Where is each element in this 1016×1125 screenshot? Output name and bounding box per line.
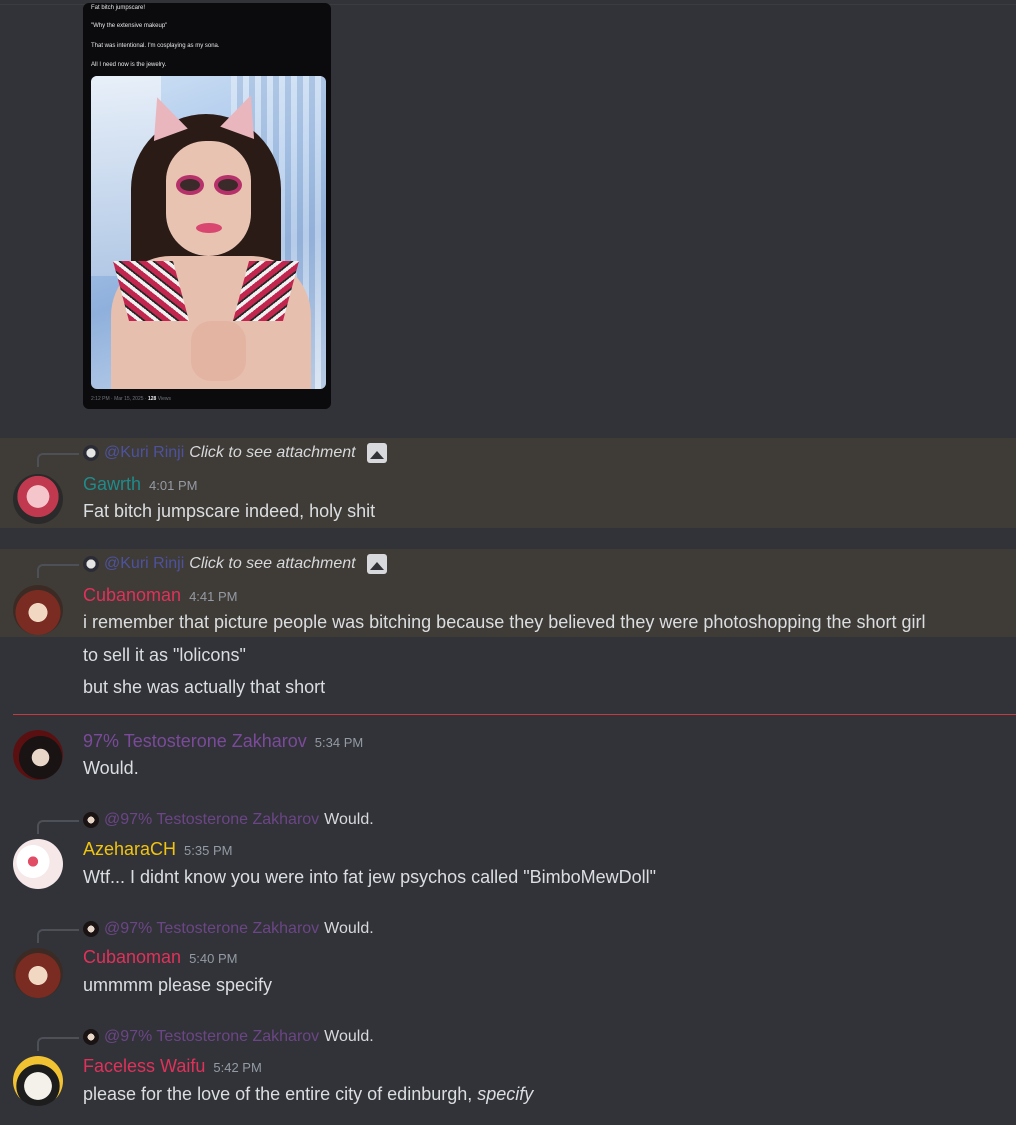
avatar[interactable]: [13, 474, 63, 524]
attachment-line: All I need now is the jewelry.: [91, 62, 167, 68]
message-text: but she was actually that short: [83, 677, 326, 697]
username[interactable]: AzeharaCH: [83, 839, 176, 859]
timestamp: 5:35 PM: [184, 843, 233, 858]
timestamp: 5:40 PM: [189, 951, 238, 966]
reply-mention[interactable]: @Kuri Rinji: [104, 555, 184, 573]
timestamp: 5:42 PM: [213, 1060, 262, 1075]
timestamp: 4:01 PM: [149, 478, 198, 493]
image-icon: [366, 554, 387, 574]
reply-snippet[interactable]: Would.: [324, 920, 374, 938]
username[interactable]: Faceless Waifu: [83, 1056, 205, 1076]
reply-spine: [37, 1037, 79, 1051]
message-text: Would.: [83, 758, 139, 778]
reply-spine: [37, 929, 79, 943]
message-header: Faceless Waifu 5:42 PM: [83, 1056, 262, 1077]
message-azeharach: @97% Testosterone Zakharov Would. Azehar…: [0, 808, 1016, 893]
reply-avatar: [83, 921, 99, 937]
reply-mention[interactable]: @Kuri Rinji: [104, 444, 184, 462]
reply-preview[interactable]: @97% Testosterone Zakharov Would.: [83, 919, 374, 939]
reply-avatar: [83, 812, 99, 828]
reply-preview[interactable]: @Kuri Rinji Click to see attachment: [83, 554, 387, 574]
message-text: please for the love of the entire city o…: [83, 1084, 534, 1104]
username[interactable]: Gawrth: [83, 474, 141, 494]
message-header: Cubanoman 5:40 PM: [83, 947, 238, 968]
reply-avatar: [83, 445, 99, 461]
reply-avatar: [83, 1029, 99, 1045]
attachment-line: That was intentional. I'm cosplaying as …: [91, 43, 220, 49]
reply-mention[interactable]: @97% Testosterone Zakharov: [104, 920, 319, 938]
image-icon: [366, 443, 387, 463]
reply-spine: [37, 564, 79, 578]
timestamp: 4:41 PM: [189, 589, 238, 604]
avatar[interactable]: [13, 1056, 63, 1106]
reply-spine: [37, 453, 79, 467]
message-text: Wtf... I didnt know you were into fat je…: [83, 867, 657, 887]
username[interactable]: 97% Testosterone Zakharov: [83, 731, 307, 751]
message-header: 97% Testosterone Zakharov 5:34 PM: [83, 731, 363, 752]
attachment-meta: 2:12 PM · Mar 15, 2025 · 128 Views: [91, 396, 171, 402]
avatar[interactable]: [13, 730, 63, 780]
timestamp: 5:34 PM: [314, 735, 364, 750]
attachment-line: Fat bitch jumpscare!: [91, 5, 146, 11]
reply-avatar: [83, 556, 99, 572]
avatar[interactable]: [13, 839, 63, 889]
avatar[interactable]: [13, 585, 63, 635]
new-messages-divider: [13, 714, 1016, 715]
reply-preview[interactable]: @97% Testosterone Zakharov Would.: [83, 1027, 374, 1047]
message-text: ummmm please specify: [83, 975, 273, 995]
message-header: AzeharaCH 5:35 PM: [83, 839, 232, 860]
username[interactable]: Cubanoman: [83, 947, 181, 967]
image-attachment[interactable]: Fat bitch jumpscare! "Why the extensive …: [83, 3, 331, 409]
reply-snippet[interactable]: Would.: [324, 1028, 374, 1046]
avatar[interactable]: [13, 948, 63, 998]
message-text: i remember that picture people was bitch…: [83, 612, 926, 632]
attachment-line: "Why the extensive makeup": [91, 23, 168, 29]
reply-mention[interactable]: @97% Testosterone Zakharov: [104, 1028, 319, 1046]
reply-snippet[interactable]: Would.: [324, 811, 374, 829]
message-cubanoman: @Kuri Rinji Click to see attachment Cuba…: [0, 549, 1016, 704]
message-header: Cubanoman 4:41 PM: [83, 585, 238, 606]
reply-spine: [37, 820, 79, 834]
message-header: Gawrth 4:01 PM: [83, 474, 197, 495]
message-zakharov: 97% Testosterone Zakharov 5:34 PM Would.: [0, 728, 1016, 788]
username[interactable]: Cubanoman: [83, 585, 181, 605]
reply-snippet[interactable]: Click to see attachment: [189, 444, 355, 462]
selfie-photo[interactable]: [91, 76, 326, 389]
reply-preview[interactable]: @Kuri Rinji Click to see attachment: [83, 443, 387, 463]
message-text: to sell it as "lolicons": [83, 645, 246, 665]
reply-preview[interactable]: @97% Testosterone Zakharov Would.: [83, 810, 374, 830]
message-text: Fat bitch jumpscare indeed, holy shit: [83, 501, 376, 521]
message-faceless-waifu: @97% Testosterone Zakharov Would. Facele…: [0, 1025, 1016, 1120]
reply-snippet[interactable]: Click to see attachment: [189, 555, 355, 573]
reply-mention[interactable]: @97% Testosterone Zakharov: [104, 811, 319, 829]
message-cubanoman-2: @97% Testosterone Zakharov Would. Cubano…: [0, 917, 1016, 1002]
message-gawrth: @Kuri Rinji Click to see attachment Gawr…: [0, 438, 1016, 528]
